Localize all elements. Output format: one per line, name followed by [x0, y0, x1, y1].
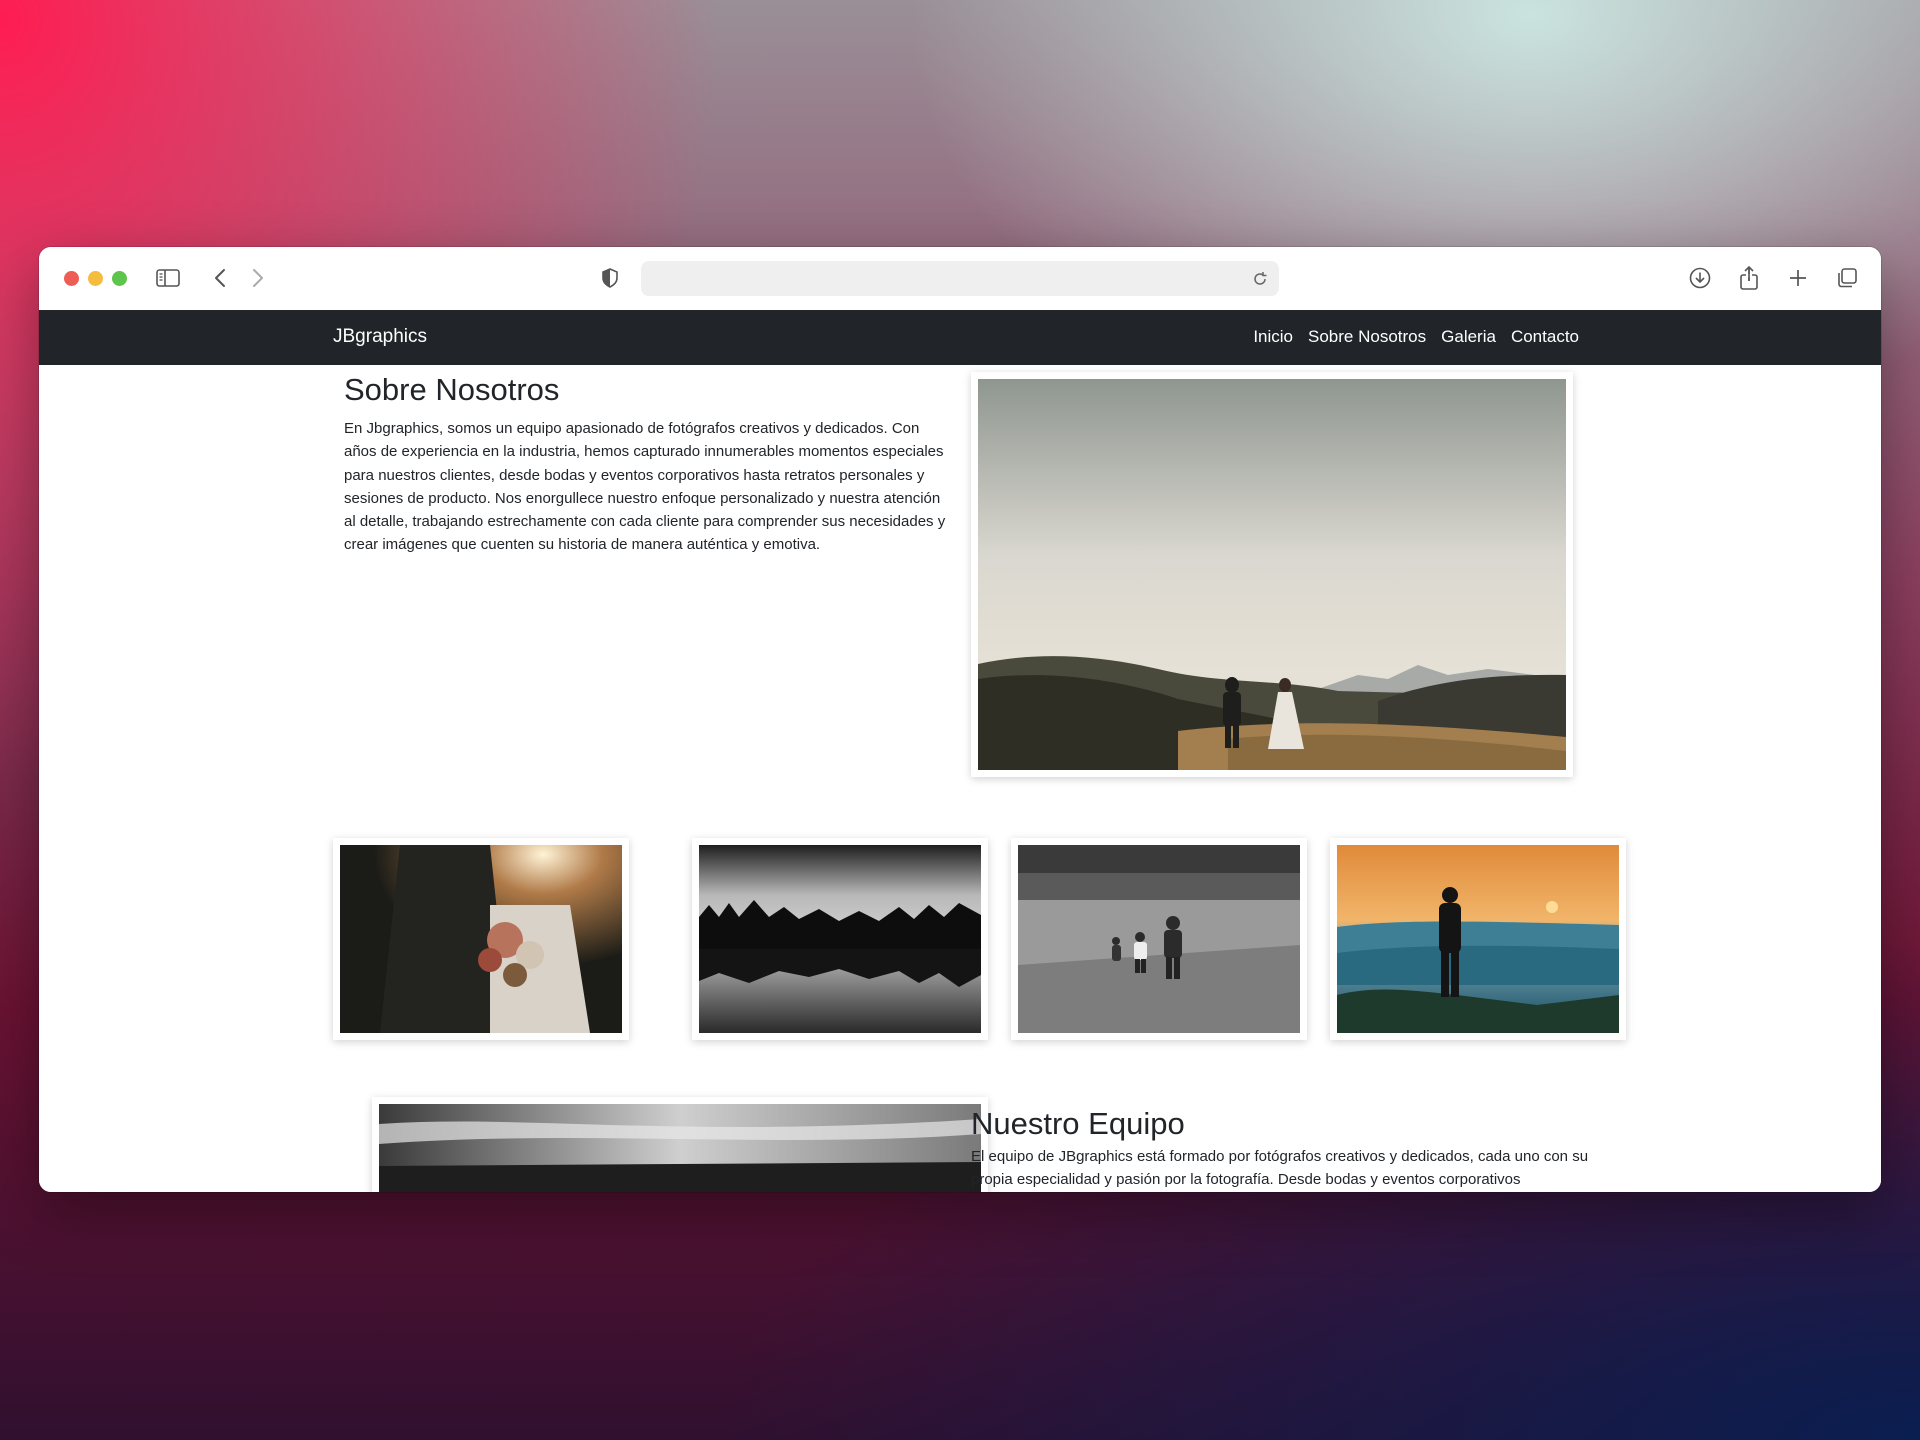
sidebar-icon[interactable]	[153, 263, 183, 293]
minimize-window-button[interactable]	[88, 271, 103, 286]
browser-toolbar	[39, 247, 1881, 311]
reload-icon[interactable]	[1249, 268, 1271, 290]
brand-logo-link[interactable]: JBgraphics	[333, 326, 427, 348]
privacy-shield-icon[interactable]	[595, 263, 625, 293]
share-icon[interactable]	[1734, 263, 1764, 293]
browser-window: JBgraphics Inicio Sobre Nosotros Galeria…	[39, 247, 1881, 1192]
back-icon[interactable]	[205, 263, 235, 293]
children-field-photo	[1011, 838, 1307, 1040]
address-bar[interactable]	[641, 261, 1279, 298]
nav-link-sobre-nosotros[interactable]: Sobre Nosotros	[1308, 327, 1426, 347]
nav-links: Inicio Sobre Nosotros Galeria Contacto	[1253, 327, 1579, 347]
site-navbar: JBgraphics Inicio Sobre Nosotros Galeria…	[39, 310, 1881, 365]
about-section-title: Sobre Nosotros	[344, 372, 560, 407]
download-icon[interactable]	[1685, 263, 1715, 293]
nav-link-inicio[interactable]: Inicio	[1253, 327, 1293, 347]
close-window-button[interactable]	[64, 271, 79, 286]
team-section-text: El equipo de JBgraphics está formado por…	[971, 1148, 1589, 1189]
bride-bouquet-photo	[333, 838, 629, 1040]
zoom-window-button[interactable]	[112, 271, 127, 286]
nav-link-contacto[interactable]: Contacto	[1511, 327, 1579, 347]
tabs-overview-icon[interactable]	[1832, 263, 1862, 293]
url-input[interactable]	[655, 261, 1239, 298]
forward-icon[interactable]	[243, 263, 273, 293]
new-tab-icon[interactable]	[1783, 263, 1813, 293]
lake-forest-reflection-photo	[692, 838, 988, 1040]
nav-link-galeria[interactable]: Galeria	[1441, 327, 1496, 347]
wedding-couple-landscape-photo	[971, 372, 1573, 777]
sky-landscape-photo	[372, 1097, 988, 1192]
about-section-text: En Jbgraphics, somos un equipo apasionad…	[344, 420, 946, 554]
web-page: JBgraphics Inicio Sobre Nosotros Galeria…	[39, 310, 1881, 1192]
team-section-title: Nuestro Equipo	[971, 1106, 1185, 1141]
photographer-sunset-photo	[1330, 838, 1626, 1040]
